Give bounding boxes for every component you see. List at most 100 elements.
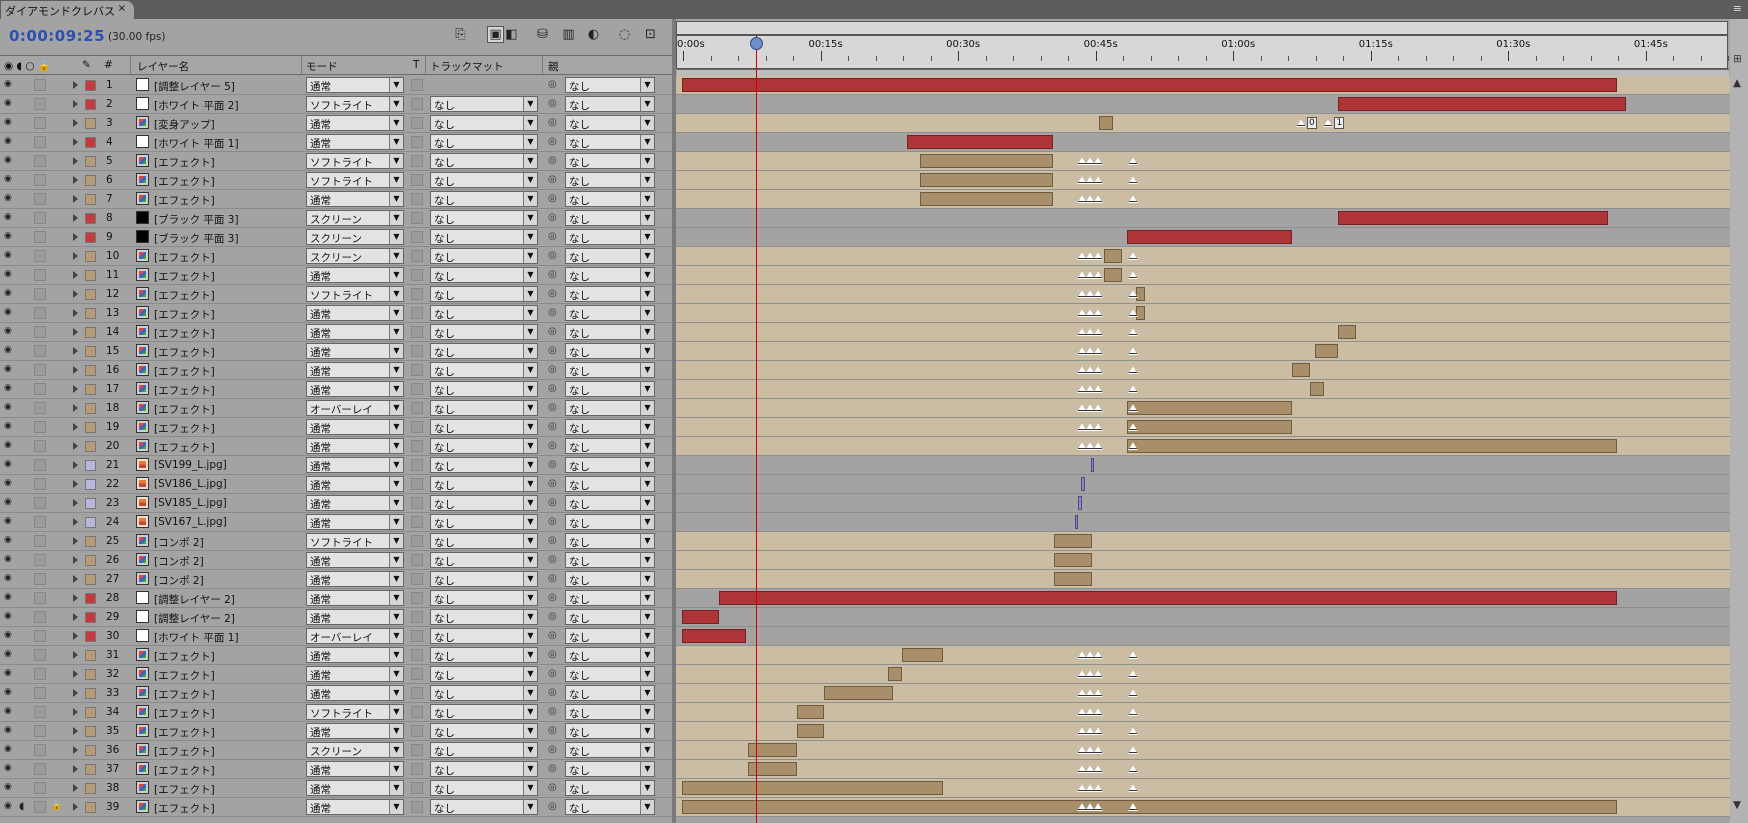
parent-dropdown[interactable]: なし ▼ (565, 799, 655, 815)
blend-mode-dropdown[interactable]: ソフトライト ▼ (306, 153, 404, 169)
track-matte-dropdown[interactable]: なし ▼ (430, 210, 538, 226)
layer-name[interactable]: [エフェクト] (154, 345, 215, 360)
layer-marker-icon[interactable] (1128, 385, 1139, 394)
parent-pickwhip-icon[interactable]: ◎ (548, 497, 557, 508)
parent-pickwhip-icon[interactable]: ◎ (548, 706, 557, 717)
layer-marker-icon[interactable] (1093, 347, 1104, 356)
track-matte-dropdown[interactable]: なし ▼ (430, 267, 538, 283)
parent-dropdown[interactable]: なし ▼ (565, 419, 655, 435)
solo-switch[interactable] (34, 459, 46, 471)
parent-dropdown[interactable]: なし ▼ (565, 590, 655, 606)
parent-pickwhip-icon[interactable]: ◎ (548, 573, 557, 584)
parent-dropdown[interactable]: なし ▼ (565, 495, 655, 511)
layer-name[interactable]: [ブラック 平面 3] (154, 231, 239, 246)
expand-triangle-icon[interactable] (73, 423, 78, 431)
track-matte-dropdown[interactable]: なし ▼ (430, 666, 538, 682)
layer-marker-icon[interactable] (1128, 670, 1139, 679)
parent-pickwhip-icon[interactable]: ◎ (548, 212, 557, 223)
parent-pickwhip-icon[interactable]: ◎ (548, 269, 557, 280)
blend-mode-dropdown[interactable]: 通常 ▼ (306, 438, 404, 454)
solo-switch[interactable] (34, 174, 46, 186)
parent-pickwhip-icon[interactable]: ◎ (548, 79, 557, 90)
label-color-swatch[interactable] (85, 346, 96, 357)
parent-dropdown[interactable]: なし ▼ (565, 571, 655, 587)
solo-switch[interactable] (34, 763, 46, 775)
blend-mode-dropdown[interactable]: 通常 ▼ (306, 419, 404, 435)
expand-triangle-icon[interactable] (73, 670, 78, 678)
track-matte-dropdown[interactable]: なし ▼ (430, 742, 538, 758)
expand-triangle-icon[interactable] (73, 233, 78, 241)
motion-blur-icon[interactable]: ◐ (585, 26, 602, 43)
layer-name[interactable]: [ホワイト 平面 1] (154, 630, 239, 645)
solo-switch[interactable] (34, 535, 46, 547)
parent-pickwhip-icon[interactable]: ◎ (548, 440, 557, 451)
layer-row[interactable]: ◉ 16 [エフェクト] 通常 ▼ なし ▼ ◎ なし ▼ (0, 361, 672, 380)
expand-triangle-icon[interactable] (73, 100, 78, 108)
eye-icon[interactable]: ◉ (4, 365, 16, 374)
eye-icon[interactable]: ◉ (4, 441, 16, 450)
solo-switch[interactable] (34, 231, 46, 243)
parent-pickwhip-icon[interactable]: ◎ (548, 307, 557, 318)
track-matte-dropdown[interactable]: なし ▼ (430, 780, 538, 796)
preserve-transparency-checkbox[interactable] (411, 212, 423, 224)
blend-mode-dropdown[interactable]: スクリーン ▼ (306, 248, 404, 264)
layer-row[interactable]: ◉ 11 [エフェクト] 通常 ▼ なし ▼ ◎ なし ▼ (0, 266, 672, 285)
expand-triangle-icon[interactable] (73, 746, 78, 754)
label-color-swatch[interactable] (85, 498, 96, 509)
layer-duration-bar[interactable] (1080, 477, 1086, 491)
preserve-transparency-checkbox[interactable] (411, 592, 423, 604)
expand-triangle-icon[interactable] (73, 176, 78, 184)
preserve-transparency-checkbox[interactable] (411, 136, 423, 148)
expand-triangle-icon[interactable] (73, 765, 78, 773)
expand-triangle-icon[interactable] (73, 214, 78, 222)
layer-row[interactable]: ◉ 9 [ブラック 平面 3] スクリーン ▼ なし ▼ ◎ なし ▼ (0, 228, 672, 247)
solo-switch[interactable] (34, 212, 46, 224)
eye-icon[interactable]: ◉ (4, 118, 16, 127)
label-color-swatch[interactable] (85, 783, 96, 794)
eye-icon[interactable]: ◉ (4, 384, 16, 393)
track-matte-dropdown[interactable]: なし ▼ (430, 799, 538, 815)
track-matte-dropdown[interactable]: なし ▼ (430, 248, 538, 264)
layer-duration-bar[interactable] (1126, 420, 1292, 434)
expand-triangle-icon[interactable] (73, 632, 78, 640)
expand-triangle-icon[interactable] (73, 442, 78, 450)
layer-row[interactable]: ◉ 5 [エフェクト] ソフトライト ▼ なし ▼ ◎ なし ▼ (0, 152, 672, 171)
layer-marker-icon[interactable] (1093, 385, 1104, 394)
preserve-transparency-checkbox[interactable] (411, 155, 423, 167)
layer-marker-icon[interactable] (1093, 271, 1104, 280)
solo-switch[interactable] (34, 630, 46, 642)
track-matte-dropdown[interactable]: なし ▼ (430, 229, 538, 245)
preserve-transparency-checkbox[interactable] (411, 573, 423, 585)
layer-marker-icon[interactable] (1128, 727, 1139, 736)
layer-row[interactable]: ◉ 33 [エフェクト] 通常 ▼ なし ▼ ◎ なし ▼ (0, 684, 672, 703)
layer-duration-bar[interactable] (1054, 553, 1092, 567)
graph-editor-icon[interactable]: ⊡ (642, 26, 659, 43)
layer-marker-icon[interactable] (1093, 252, 1104, 261)
preserve-transparency-checkbox[interactable] (411, 497, 423, 509)
parent-dropdown[interactable]: なし ▼ (565, 761, 655, 777)
label-color-swatch[interactable] (85, 308, 96, 319)
blend-mode-dropdown[interactable]: オーバーレイ ▼ (306, 400, 404, 416)
parent-dropdown[interactable]: なし ▼ (565, 229, 655, 245)
blend-mode-dropdown[interactable]: 通常 ▼ (306, 780, 404, 796)
solo-switch[interactable] (34, 98, 46, 110)
eye-icon[interactable]: ◉ (4, 194, 16, 203)
solo-switch[interactable] (34, 326, 46, 338)
layer-duration-bar[interactable] (682, 800, 1618, 814)
comp-marker-icon[interactable] (1323, 119, 1334, 128)
layer-duration-bar[interactable] (902, 648, 944, 662)
solo-switch[interactable] (34, 611, 46, 623)
layer-name[interactable]: [エフェクト] (154, 364, 215, 379)
solo-switch[interactable] (34, 345, 46, 357)
blend-mode-dropdown[interactable]: 通常 ▼ (306, 685, 404, 701)
parent-pickwhip-icon[interactable]: ◎ (548, 98, 557, 109)
track-matte-dropdown[interactable]: なし ▼ (430, 438, 538, 454)
label-color-swatch[interactable] (85, 251, 96, 262)
eye-icon[interactable]: ◉ (4, 289, 16, 298)
layer-duration-bar[interactable] (920, 192, 1054, 206)
layer-marker-icon[interactable] (1128, 404, 1139, 413)
parent-pickwhip-icon[interactable]: ◎ (548, 345, 557, 356)
eye-icon[interactable]: ◉ (4, 707, 16, 716)
layer-marker-icon[interactable] (1093, 442, 1104, 451)
layer-duration-bar[interactable] (824, 686, 893, 700)
